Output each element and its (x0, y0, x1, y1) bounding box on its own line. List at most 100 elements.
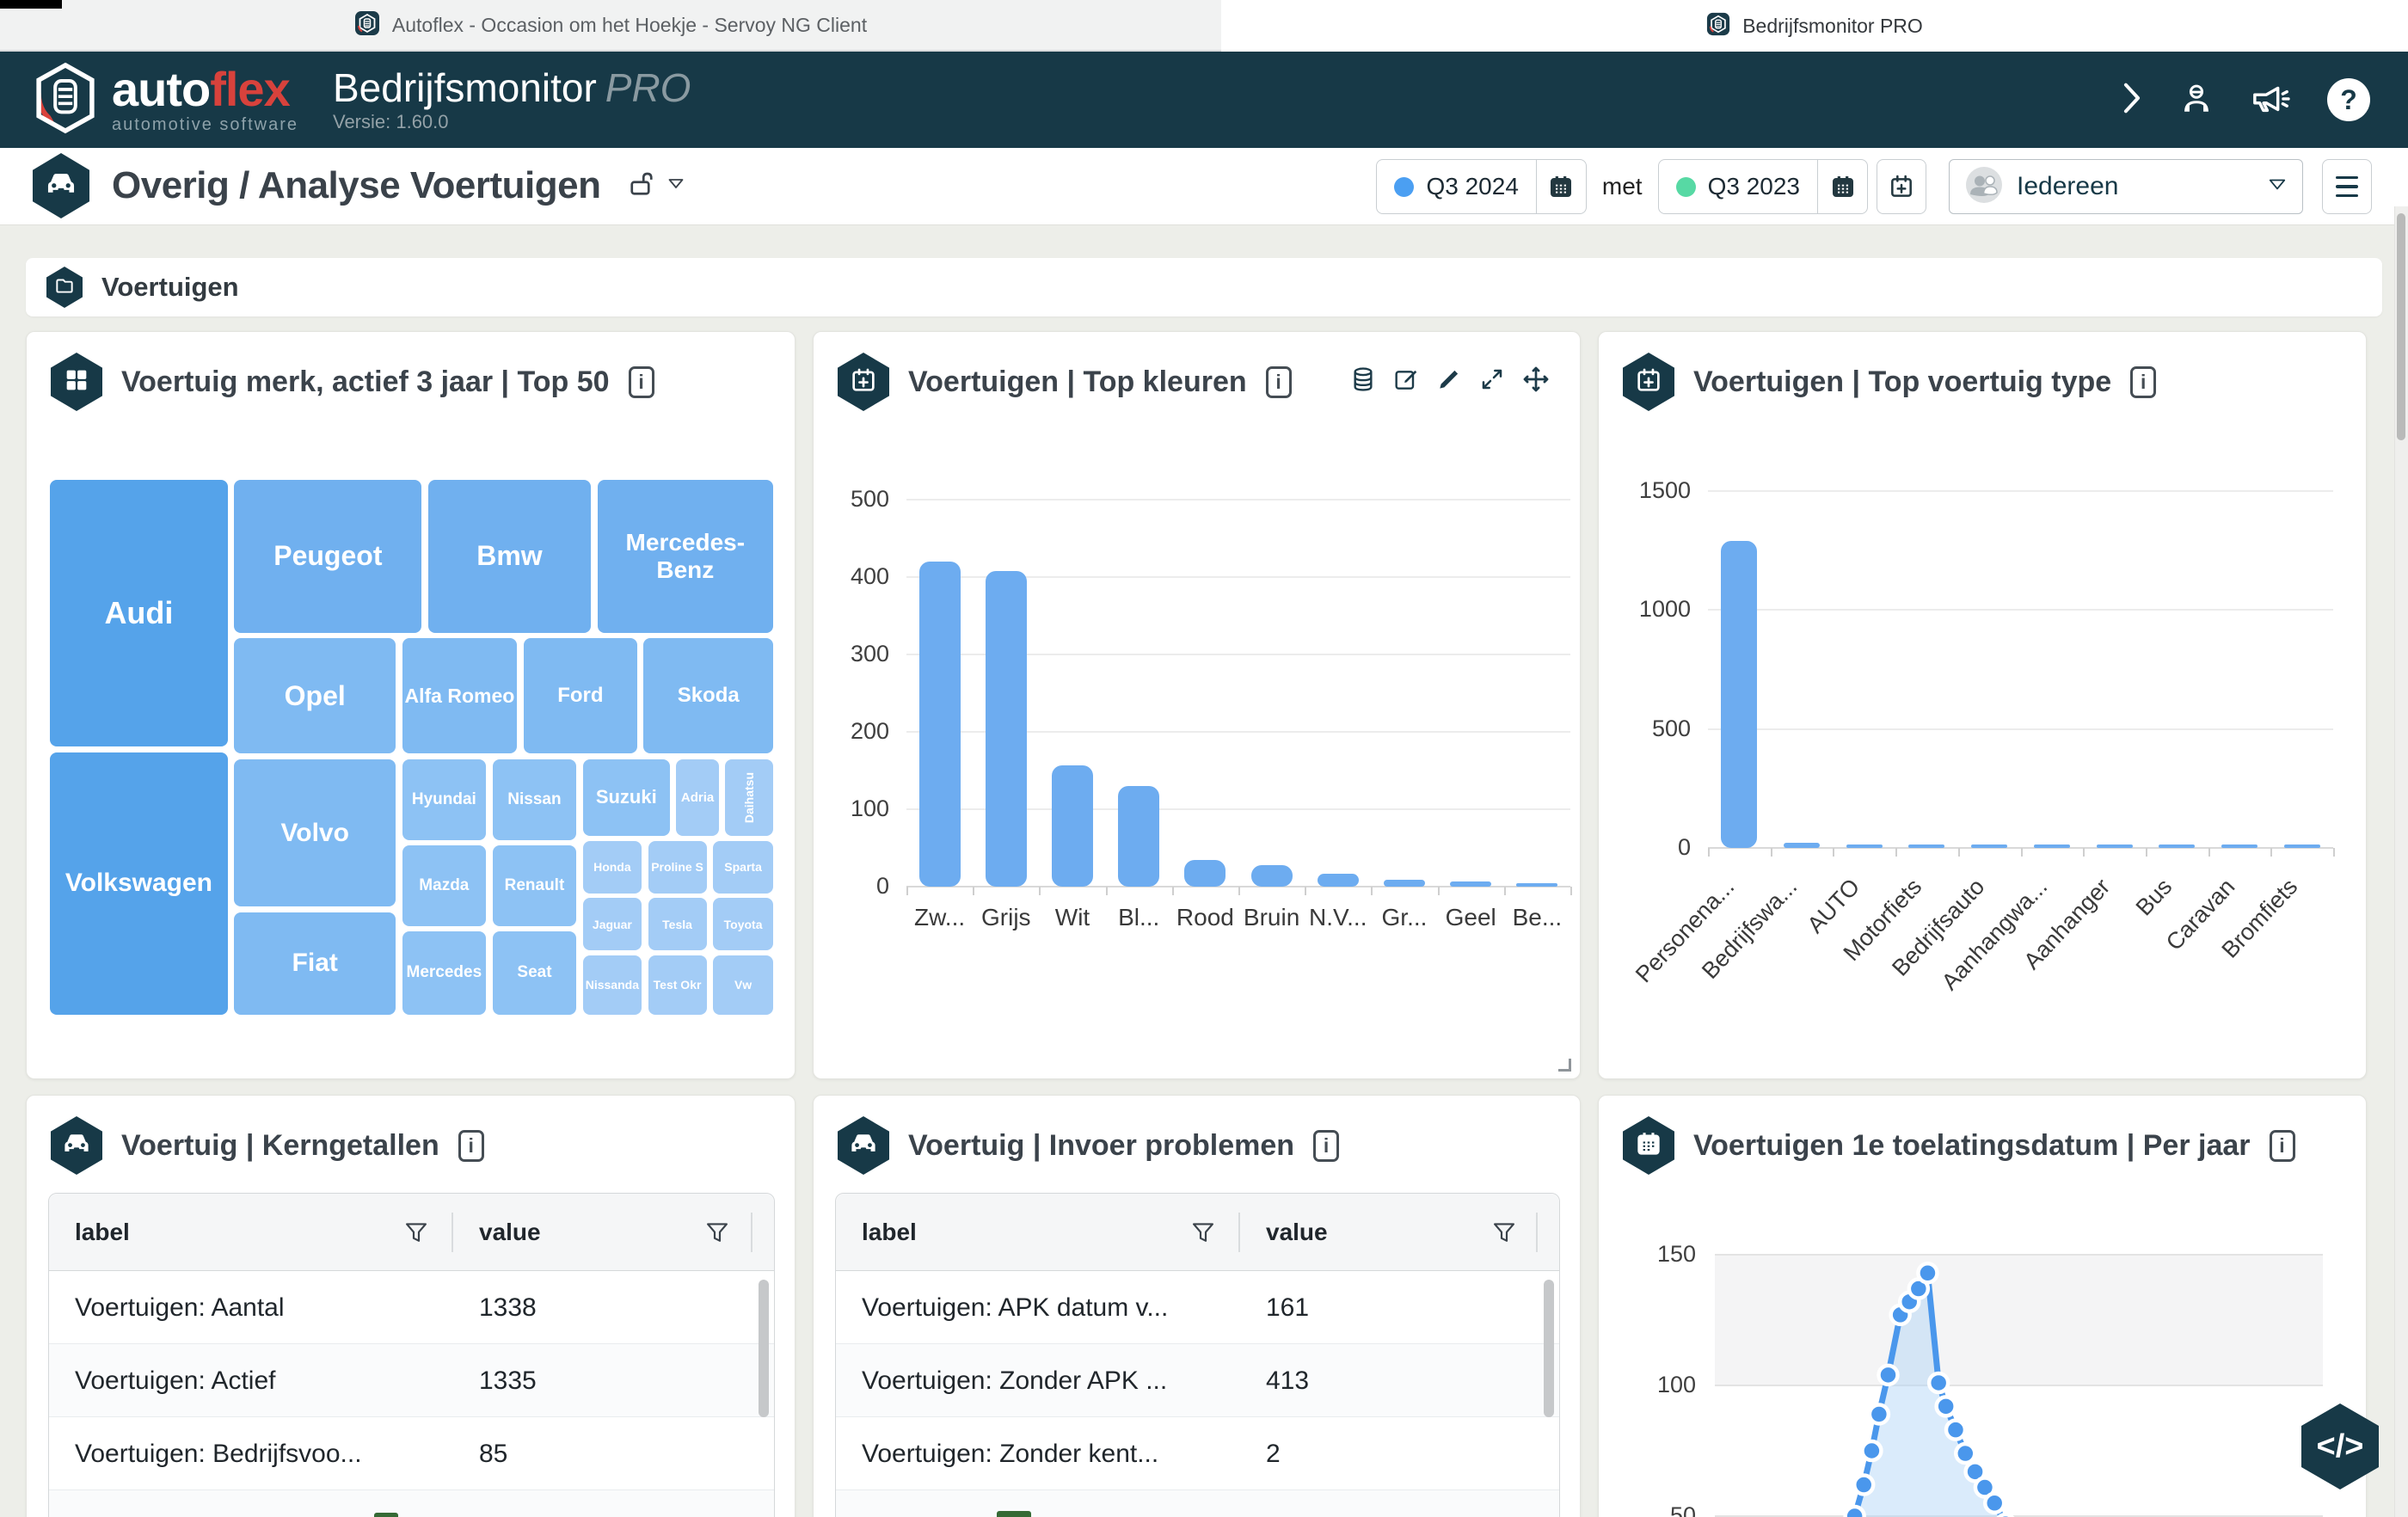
data-point[interactable] (1929, 1373, 1948, 1392)
treemap-cell-mazda[interactable]: Mazda (402, 845, 487, 927)
treemap-cell-volvo[interactable]: Volvo (234, 759, 396, 907)
treemap-cell-fiat[interactable]: Fiat (234, 912, 396, 1015)
bar-bruin[interactable] (1251, 865, 1293, 887)
filter-icon[interactable] (1190, 1219, 1216, 1250)
code-button[interactable]: </> (2301, 1403, 2379, 1489)
audience-select[interactable]: Iedereen (1949, 159, 2303, 214)
treemap-cell-nissanda[interactable]: Nissanda (583, 955, 642, 1015)
treemap-cell-seat[interactable]: Seat (493, 931, 577, 1015)
bar-auto[interactable] (1846, 844, 1883, 848)
bar-motorfiets[interactable] (1908, 844, 1944, 848)
bar-n-v-[interactable] (1318, 874, 1359, 887)
bar-bedrijfsauto[interactable] (1971, 844, 2007, 848)
unlock-icon[interactable] (626, 169, 657, 204)
bar-bromfiets[interactable] (2284, 844, 2320, 848)
treemap-cell-honda[interactable]: Honda (583, 841, 642, 894)
bar-zw-[interactable] (919, 562, 961, 887)
treemap-cell-audi[interactable]: Audi (50, 480, 228, 746)
data-point[interactable] (1862, 1441, 1881, 1460)
table-scrollbar[interactable] (1544, 1280, 1554, 1417)
period-compare-calendar-button[interactable] (1817, 160, 1867, 213)
table-scrollbar[interactable] (759, 1280, 769, 1417)
bar-bedrijfswa-[interactable] (1784, 843, 1820, 848)
bar-bl-[interactable] (1118, 786, 1159, 887)
data-point[interactable] (1918, 1263, 1937, 1282)
column-header-label[interactable]: label (75, 1194, 130, 1271)
filter-icon[interactable] (704, 1219, 730, 1250)
period-primary-calendar-button[interactable] (1536, 160, 1586, 213)
chevron-down-icon[interactable] (667, 177, 685, 194)
column-header-value[interactable]: value (1266, 1194, 1328, 1271)
bar-grijs[interactable] (986, 571, 1027, 887)
bar-geel[interactable] (1450, 881, 1491, 887)
treemap-cell-ford[interactable]: Ford (524, 638, 637, 753)
bar-wit[interactable] (1052, 765, 1093, 887)
table-row-partial[interactable] (836, 1490, 1559, 1517)
treemap-cell-mercedes[interactable]: Mercedes (402, 931, 487, 1015)
table-row-partial[interactable] (49, 1490, 774, 1517)
data-point[interactable] (1985, 1494, 2004, 1513)
browser-tab-servoy[interactable]: Autoflex - Occasion om het Hoekje - Serv… (0, 0, 1221, 52)
data-point[interactable] (1946, 1421, 1965, 1440)
treemap-cell-daihatsu[interactable]: Daihatsu (725, 759, 773, 837)
bar-aanhanger[interactable] (2097, 844, 2133, 848)
treemap-cell-bmw[interactable]: Bmw (428, 480, 591, 633)
treemap-cell-renault[interactable]: Renault (493, 845, 577, 927)
treemap-cell-hyundai[interactable]: Hyundai (402, 759, 487, 841)
treemap-cell-sparta[interactable]: Sparta (713, 841, 773, 894)
user-icon[interactable] (2178, 79, 2215, 121)
table-row[interactable]: Voertuigen: APK datum v...161 (836, 1271, 1559, 1344)
data-point[interactable] (1870, 1404, 1889, 1423)
data-point[interactable] (1878, 1366, 1897, 1385)
collapse-chevron-icon[interactable] (2121, 81, 2143, 120)
bar-gr-[interactable] (1384, 880, 1425, 887)
resize-handle[interactable] (1558, 1059, 1571, 1072)
data-point[interactable] (1956, 1444, 1975, 1463)
bar-aanhangwa-[interactable] (2034, 844, 2070, 848)
megaphone-icon[interactable] (2250, 78, 2293, 122)
treemap-cell-toyota[interactable]: Toyota (713, 898, 773, 950)
filter-icon[interactable] (403, 1219, 429, 1250)
treemap-cell-proline-s[interactable]: Proline S (648, 841, 707, 894)
treemap-cell-tesla[interactable]: Tesla (648, 898, 707, 950)
treemap-cell-skoda[interactable]: Skoda (643, 638, 773, 753)
treemap-cell-peugeot[interactable]: Peugeot (234, 480, 421, 633)
treemap-cell-adria[interactable]: Adria (676, 759, 719, 837)
info-icon[interactable]: i (458, 1130, 484, 1162)
menu-button[interactable] (2322, 159, 2372, 214)
info-icon[interactable]: i (629, 366, 654, 398)
table-row[interactable]: Voertuigen: Zonder APK ...413 (836, 1344, 1559, 1417)
column-header-label[interactable]: label (862, 1194, 917, 1271)
period-primary-button[interactable]: Q3 2024 (1377, 160, 1535, 213)
bar-caravan[interactable] (2221, 844, 2258, 848)
bar-rood[interactable] (1184, 860, 1226, 887)
treemap-cell-volkswagen[interactable]: Volkswagen (50, 752, 228, 1015)
treemap-cell-mercedes-benz[interactable]: Mercedes-Benz (598, 480, 773, 633)
table-row[interactable]: Voertuigen: Actief1335 (49, 1344, 774, 1417)
filter-icon[interactable] (1491, 1219, 1517, 1250)
table-row[interactable]: Voertuigen: Bedrijfsvoo...85 (49, 1417, 774, 1490)
page-scrollbar-thumb[interactable] (2397, 213, 2405, 440)
data-point[interactable] (1854, 1476, 1873, 1495)
treemap-cell-nissan[interactable]: Nissan (493, 759, 577, 841)
bar-be-[interactable] (1516, 883, 1557, 887)
bar-bus[interactable] (2159, 844, 2195, 848)
table-row[interactable]: Voertuigen: Zonder kent...2 (836, 1417, 1559, 1490)
bar-personena-[interactable] (1721, 541, 1757, 848)
data-point[interactable] (1937, 1397, 1956, 1416)
calendar-add-button[interactable] (1877, 159, 1926, 214)
treemap-cell-jaguar[interactable]: Jaguar (583, 898, 642, 950)
section-voertuigen[interactable]: Voertuigen (26, 258, 2382, 316)
treemap-cell-alfa-romeo[interactable]: Alfa Romeo (402, 638, 518, 753)
period-compare-button[interactable]: Q3 2023 (1659, 160, 1817, 213)
info-icon[interactable]: i (1313, 1130, 1339, 1162)
table-row[interactable]: Voertuigen: Aantal1338 (49, 1271, 774, 1344)
treemap-cell-opel[interactable]: Opel (234, 638, 396, 753)
treemap-cell-suzuki[interactable]: Suzuki (583, 759, 670, 837)
browser-tab-bedrijfsmonitor[interactable]: Bedrijfsmonitor PRO (1221, 0, 2408, 52)
data-point[interactable] (1846, 1507, 1864, 1517)
treemap-cell-vw[interactable]: Vw (713, 955, 773, 1015)
help-icon[interactable]: ? (2327, 78, 2370, 121)
column-header-value[interactable]: value (479, 1194, 541, 1271)
treemap-cell-test-okr[interactable]: Test Okr (648, 955, 707, 1015)
